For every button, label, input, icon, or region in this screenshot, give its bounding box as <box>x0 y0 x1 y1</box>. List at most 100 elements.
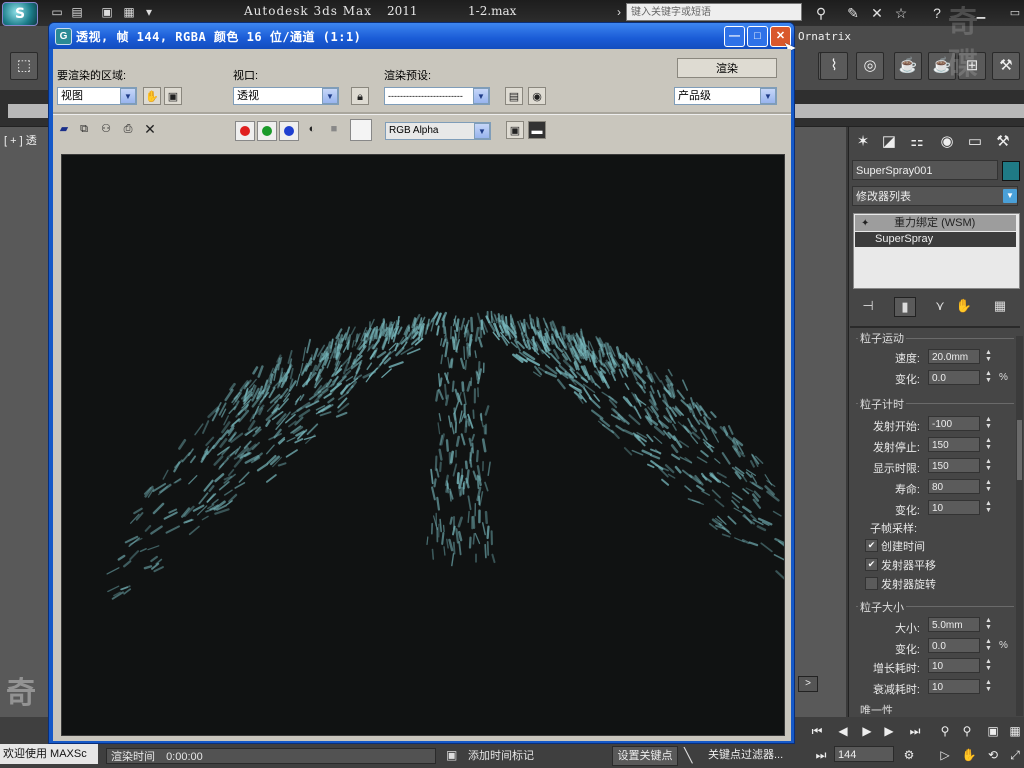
binoculars-icon[interactable]: ⚲ <box>812 4 830 22</box>
viewport-label[interactable]: [ + ] 透 <box>4 132 37 148</box>
modify-tab-icon[interactable]: ◪ <box>878 131 900 153</box>
monochrome-icon[interactable]: ■ <box>326 121 342 137</box>
motion-tab-icon[interactable]: ◉ <box>936 131 958 153</box>
key-filters-button[interactable]: 关键点过滤器... <box>708 746 800 764</box>
stack-item-gravity-binding[interactable]: ✦ 重力绑定 (WSM) <box>855 215 1016 231</box>
app-logo-button[interactable]: S <box>2 2 38 26</box>
speed-variation-field[interactable]: 0.0 <box>928 370 980 385</box>
tools-icon[interactable]: ✎ <box>844 4 862 22</box>
save-file-icon[interactable]: ▣ <box>100 5 114 19</box>
object-name-field[interactable]: SuperSpray001 <box>852 160 998 180</box>
environment-effects-icon[interactable]: ◉ <box>528 87 546 105</box>
go-to-start-icon[interactable]: ⏮ <box>808 722 826 740</box>
time-tag-icon[interactable]: ▣ <box>446 748 460 762</box>
chevron-down-icon[interactable]: ▼ <box>760 88 776 104</box>
emit-start-field[interactable]: -100 <box>928 416 980 431</box>
next-frame-icon[interactable]: ▶ <box>880 722 898 740</box>
command-panel-scrollbar[interactable] <box>1016 336 1023 716</box>
speed-variation-spinner[interactable]: ▲ ▼ <box>984 370 993 385</box>
toggle-ui-icon[interactable]: ▬ <box>528 121 546 139</box>
size-field[interactable]: 5.0mm <box>928 617 980 632</box>
rollout-uniqueness-title[interactable]: 唯一性 <box>858 702 895 714</box>
light-bulb-icon[interactable]: ✦ <box>861 216 875 232</box>
configure-modifier-sets-icon[interactable]: ▦ <box>990 297 1010 315</box>
emitter-rotation-checkbox[interactable] <box>865 577 878 590</box>
make-unique-icon[interactable]: ⋎ <box>930 297 950 315</box>
save-image-icon[interactable]: ▰ <box>56 121 72 137</box>
emit-start-spinner[interactable]: ▲ ▼ <box>984 416 993 431</box>
new-file-icon[interactable]: ▭ <box>50 5 64 19</box>
previous-frame-icon[interactable]: ◀ <box>834 722 852 740</box>
life-spinner[interactable]: ▲ ▼ <box>984 479 993 494</box>
add-time-tag-button[interactable]: 添加时间标记 <box>468 748 608 764</box>
minimize-button[interactable]: — <box>724 26 745 47</box>
render-window-app-icon[interactable]: G <box>55 28 72 45</box>
create-tab-icon[interactable]: ✶ <box>852 131 874 153</box>
time-config-icon[interactable]: ⚙ <box>900 746 918 764</box>
render-setup-button[interactable]: ☕ <box>894 52 922 80</box>
grow-for-field[interactable]: 10 <box>928 658 980 673</box>
project-icon[interactable]: ▦ <box>122 5 136 19</box>
life-variation-spinner[interactable]: ▲ ▼ <box>984 500 993 515</box>
speed-spinner[interactable]: ▲ ▼ <box>984 349 993 364</box>
red-channel-toggle[interactable] <box>235 121 255 141</box>
ornatrix-menu[interactable]: Ornatrix <box>798 30 851 43</box>
display-until-field[interactable]: 150 <box>928 458 980 473</box>
render-setup-icon[interactable]: ▤ <box>505 87 523 105</box>
stack-item-superspray[interactable]: SuperSpray <box>855 232 1016 247</box>
show-end-result-icon[interactable]: ▮ <box>894 297 916 317</box>
emit-stop-field[interactable]: 150 <box>928 437 980 452</box>
speed-field[interactable]: 20.0mm <box>928 349 980 364</box>
orbit-icon[interactable]: ⟲ <box>984 746 1002 764</box>
edit-region-icon[interactable]: ✋ <box>143 87 161 105</box>
chevron-down-icon[interactable]: ▼ <box>474 123 490 139</box>
utilities-tab-icon[interactable]: ⚒ <box>992 131 1014 153</box>
clone-window-icon[interactable]: ⚇ <box>98 121 114 137</box>
fade-for-spinner[interactable]: ▲ ▼ <box>984 679 993 694</box>
scrollbar-thumb[interactable] <box>1017 420 1022 480</box>
zoom-icon[interactable]: ⚲ <box>936 722 954 740</box>
grow-for-spinner[interactable]: ▲ ▼ <box>984 658 993 673</box>
play-icon[interactable]: ▶ <box>858 722 876 740</box>
chevron-down-icon[interactable]: ▼ <box>473 88 489 104</box>
creation-time-checkbox[interactable]: ✔ <box>865 539 878 552</box>
zoom-all-icon[interactable]: ⚲ <box>958 722 976 740</box>
rollout-particle-timing-title[interactable]: 粒子计时 <box>858 396 906 412</box>
set-key-button[interactable]: 设置关键点 <box>612 746 678 766</box>
key-mode-icon[interactable]: ⏭ <box>812 746 830 764</box>
copy-image-icon[interactable]: ⧉ <box>76 121 92 137</box>
swatch-color[interactable] <box>350 119 372 141</box>
material-editor-button[interactable]: ◎ <box>856 52 884 80</box>
size-variation-spinner[interactable]: ▲ ▼ <box>984 638 993 653</box>
lock-viewport-icon[interactable]: 🔒︎ <box>351 87 369 105</box>
modifier-list-dropdown[interactable]: 修改器列表 <box>852 186 1018 206</box>
auto-region-icon[interactable]: ▣ <box>164 87 182 105</box>
green-channel-toggle[interactable] <box>257 121 277 141</box>
chevron-down-icon[interactable]: ▼ <box>322 88 338 104</box>
alpha-channel-icon[interactable]: ◐ <box>304 121 320 137</box>
display-until-spinner[interactable]: ▲ ▼ <box>984 458 993 473</box>
communication-icon[interactable]: ✕ <box>868 4 886 22</box>
select-region-button[interactable]: ⬚ <box>10 52 38 80</box>
help-icon[interactable]: ? <box>928 4 946 22</box>
emit-stop-spinner[interactable]: ▲ ▼ <box>984 437 993 452</box>
fade-for-field[interactable]: 10 <box>928 679 980 694</box>
chevron-down-icon[interactable]: ▼ <box>120 88 136 104</box>
zoom-extents-icon[interactable]: ▣ <box>984 722 1002 740</box>
pan-hand-icon[interactable]: ✋ <box>960 746 978 764</box>
open-file-icon[interactable]: ▤ <box>70 5 84 19</box>
object-color-swatch[interactable] <box>1002 161 1020 181</box>
maximize-button[interactable]: □ <box>747 26 768 47</box>
chevron-down-icon[interactable]: ▼ <box>1003 189 1017 203</box>
search-input[interactable]: 键入关键字或短语 <box>626 3 802 21</box>
title-expand-icon[interactable]: › <box>612 5 626 19</box>
render-button[interactable]: 渲染 <box>677 58 777 78</box>
rendered-image[interactable] <box>61 154 790 736</box>
clear-image-icon[interactable]: ✕ <box>142 121 158 137</box>
field-of-view-icon[interactable]: ▷ <box>936 746 954 764</box>
current-frame-field[interactable]: 144 <box>834 746 894 762</box>
rollout-particle-motion-title[interactable]: 粒子运动 <box>858 330 906 346</box>
blue-channel-toggle[interactable] <box>279 121 299 141</box>
emitter-translation-checkbox[interactable]: ✔ <box>865 558 878 571</box>
zoom-extents-all-icon[interactable]: ▦ <box>1006 722 1024 740</box>
